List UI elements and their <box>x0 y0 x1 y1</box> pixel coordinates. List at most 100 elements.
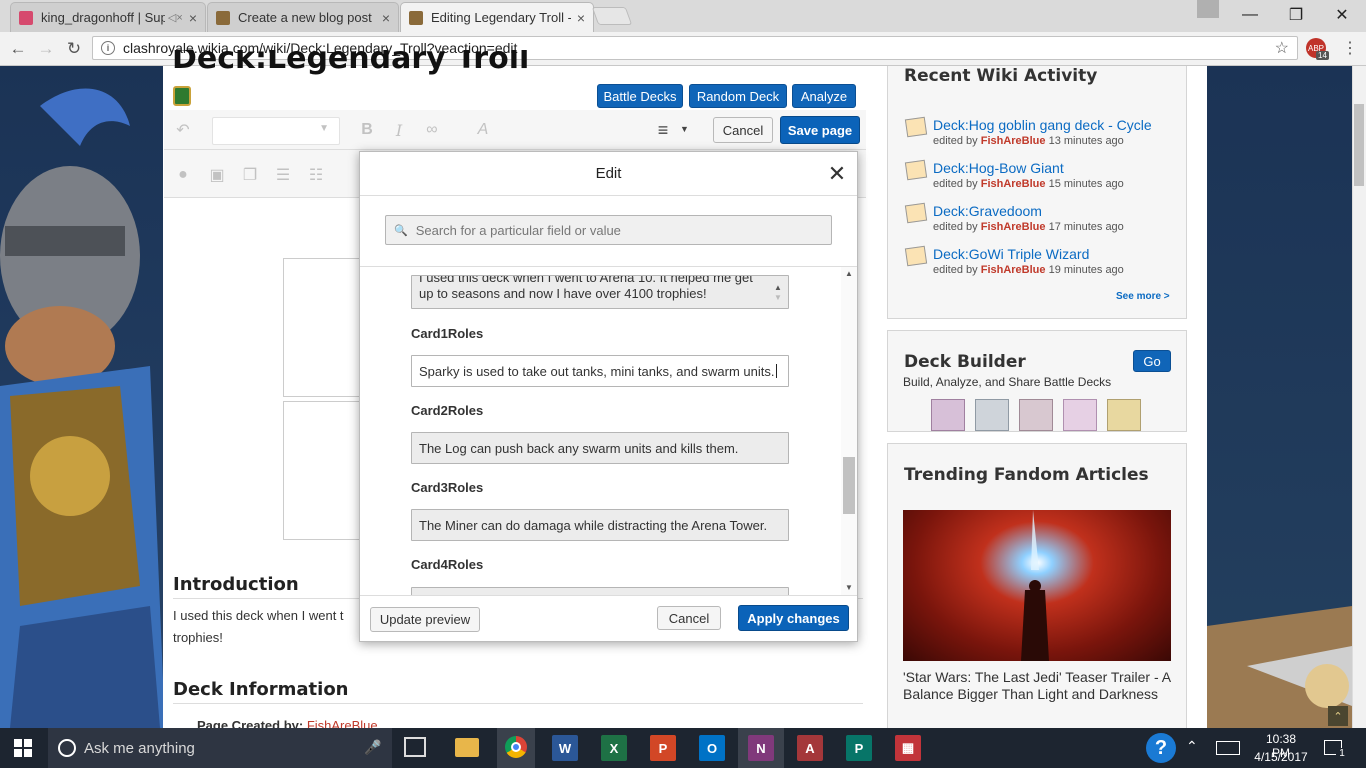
numbered-list-icon[interactable]: ☷ <box>305 164 327 186</box>
clock-date[interactable]: 4/15/2017 <box>1254 750 1308 764</box>
gallery-icon[interactable]: ❐ <box>239 164 261 186</box>
new-tab-button[interactable] <box>591 7 633 25</box>
activity-time: 13 minutes ago <box>1048 135 1124 147</box>
browser-tab-2[interactable]: Create a new blog post | × <box>207 2 399 32</box>
scroll-up-arrow-icon[interactable]: ▲ <box>845 269 853 278</box>
tab-title: Editing Legendary Troll - <box>431 10 571 25</box>
analyze-button[interactable]: Analyze <box>792 84 856 108</box>
minimize-button[interactable]: — <box>1227 0 1273 30</box>
video-icon[interactable]: ● <box>172 164 194 186</box>
trending-article-link[interactable]: 'Star Wars: The Last Jedi' Teaser Traile… <box>903 669 1173 703</box>
activity-user[interactable]: FishAreBlue <box>981 264 1046 276</box>
onenote-icon[interactable]: N <box>748 735 774 761</box>
card3-roles-input[interactable]: The Miner can do damaga while distractin… <box>411 509 789 541</box>
bold-icon[interactable]: B <box>356 119 378 141</box>
starwars-illustration <box>1021 510 1049 661</box>
card4-roles-input[interactable]: Inferno Dragon does it same job with the… <box>411 587 789 595</box>
trending-thumbnail-image[interactable] <box>903 510 1171 661</box>
card1-roles-input[interactable]: Sparky is used to take out tanks, mini t… <box>411 355 789 387</box>
windows-start-icon[interactable] <box>14 739 32 757</box>
activity-link[interactable]: Deck:GoWi Triple Wizard <box>933 246 1089 262</box>
card2-roles-label: Card2Roles <box>411 403 484 418</box>
task-view-icon[interactable] <box>404 737 426 757</box>
browser-tab-active[interactable]: Editing Legendary Troll - × <box>400 2 594 32</box>
microphone-icon[interactable]: 🎤 <box>364 739 381 756</box>
help-icon[interactable]: ? <box>1146 733 1176 763</box>
chrome-icon[interactable] <box>505 736 527 758</box>
close-icon[interactable]: ✕ <box>825 161 849 186</box>
scroll-down-arrow-icon[interactable]: ▼ <box>845 583 853 592</box>
see-more-link[interactable]: See more > <box>1116 291 1170 302</box>
dialog-cancel-button[interactable]: Cancel <box>657 606 721 630</box>
app-icon[interactable]: ▦ <box>895 735 921 761</box>
powerpoint-icon[interactable]: P <box>650 735 676 761</box>
excel-icon[interactable]: X <box>601 735 627 761</box>
battle-decks-button[interactable]: Battle Decks <box>597 84 683 108</box>
close-window-button[interactable]: ✕ <box>1319 0 1365 30</box>
activity-link[interactable]: Deck:Hog-Bow Giant <box>933 160 1064 176</box>
apply-changes-button[interactable]: Apply changes <box>738 605 849 631</box>
deck-builder-heading: Deck Builder <box>904 352 1026 372</box>
notification-count: 1 <box>1336 748 1348 760</box>
bullet-list-icon[interactable]: ☰ <box>272 164 294 186</box>
browser-tab-1[interactable]: king_dragonhoff | Sup ◁× × <box>10 2 206 32</box>
extension-badge: 14 <box>1316 51 1329 60</box>
page-created-by: Page Created by: FishAreBlue <box>197 719 378 728</box>
bookmark-star-icon[interactable]: ☆ <box>1275 38 1289 58</box>
chevron-up-icon[interactable]: ⌃ <box>1186 738 1198 755</box>
forward-arrow-icon[interactable]: → <box>34 37 58 61</box>
restore-button[interactable]: ❐ <box>1273 0 1319 30</box>
close-icon[interactable]: × <box>382 10 390 26</box>
activity-user[interactable]: FishAreBlue <box>981 221 1046 233</box>
word-icon[interactable]: W <box>552 735 578 761</box>
activity-link[interactable]: Deck:Gravedoom <box>933 203 1042 219</box>
mute-icon[interactable]: ◁× <box>168 11 183 24</box>
update-preview-button[interactable]: Update preview <box>370 607 480 632</box>
close-icon[interactable]: × <box>189 10 197 26</box>
hamburger-menu-icon[interactable]: ≡ <box>652 119 674 141</box>
menu-kebab-icon[interactable]: ⋮ <box>1342 38 1358 58</box>
info-icon[interactable]: i <box>101 41 115 55</box>
dialog-scrollbar[interactable]: ▲ ▼ <box>841 267 857 595</box>
save-page-button[interactable]: Save page <box>780 116 860 144</box>
paragraph-style-dropdown[interactable]: ▼ <box>212 117 340 145</box>
activity-user[interactable]: FishAreBlue <box>981 178 1046 190</box>
link-icon[interactable]: ∞ <box>421 119 443 141</box>
italic-icon[interactable]: I <box>388 119 410 141</box>
undo-icon[interactable]: ↶ <box>172 119 194 141</box>
access-icon[interactable]: A <box>797 735 823 761</box>
reload-icon[interactable]: ↻ <box>62 37 86 61</box>
close-icon[interactable]: × <box>577 10 585 26</box>
dialog-scroll-area[interactable]: I used this deck when I went to Arena 10… <box>360 266 857 596</box>
deck-builder-go-button[interactable]: Go <box>1133 350 1171 372</box>
back-to-top-icon[interactable]: ⌃ <box>1328 706 1348 726</box>
activity-meta: edited by FishAreBlue 13 minutes ago <box>933 135 1124 147</box>
intro-textarea[interactable]: I used this deck when I went to Arena 10… <box>411 275 789 309</box>
keyboard-icon[interactable] <box>1216 741 1240 755</box>
random-deck-button[interactable]: Random Deck <box>689 84 787 108</box>
search-placeholder: Search for a particular field or value <box>415 222 621 238</box>
activity-prefix: edited by <box>933 135 978 147</box>
cancel-edit-button[interactable]: Cancel <box>713 117 773 143</box>
card2-roles-input[interactable]: The Log can push back any swarm units an… <box>411 432 789 464</box>
profile-icon[interactable] <box>1197 0 1219 18</box>
back-arrow-icon[interactable]: ← <box>6 37 30 61</box>
text-style-icon[interactable]: A <box>472 119 494 141</box>
file-explorer-icon[interactable] <box>455 738 479 757</box>
activity-user[interactable]: FishAreBlue <box>981 135 1046 147</box>
text-cursor <box>775 364 777 378</box>
recent-activity-heading: Recent Wiki Activity <box>904 66 1098 86</box>
image-icon[interactable]: ▣ <box>206 164 228 186</box>
textarea-spinner[interactable]: ▲ ▼ <box>774 283 782 303</box>
activity-link[interactable]: Deck:Hog goblin gang deck - Cycle <box>933 117 1152 133</box>
page-scrollbar-thumb[interactable] <box>1354 104 1364 186</box>
activity-prefix: edited by <box>933 178 978 190</box>
field-search-input[interactable]: 🔍 Search for a particular field or value <box>385 215 832 245</box>
edit-pencil-icon <box>904 116 928 138</box>
cortana-search-box[interactable]: Ask me anything 🎤 <box>48 728 392 768</box>
publisher-icon[interactable]: P <box>846 735 872 761</box>
outlook-icon[interactable]: O <box>699 735 725 761</box>
dialog-scrollbar-thumb[interactable] <box>843 457 855 514</box>
created-by-user-link[interactable]: FishAreBlue <box>307 719 378 728</box>
divider <box>173 703 863 704</box>
